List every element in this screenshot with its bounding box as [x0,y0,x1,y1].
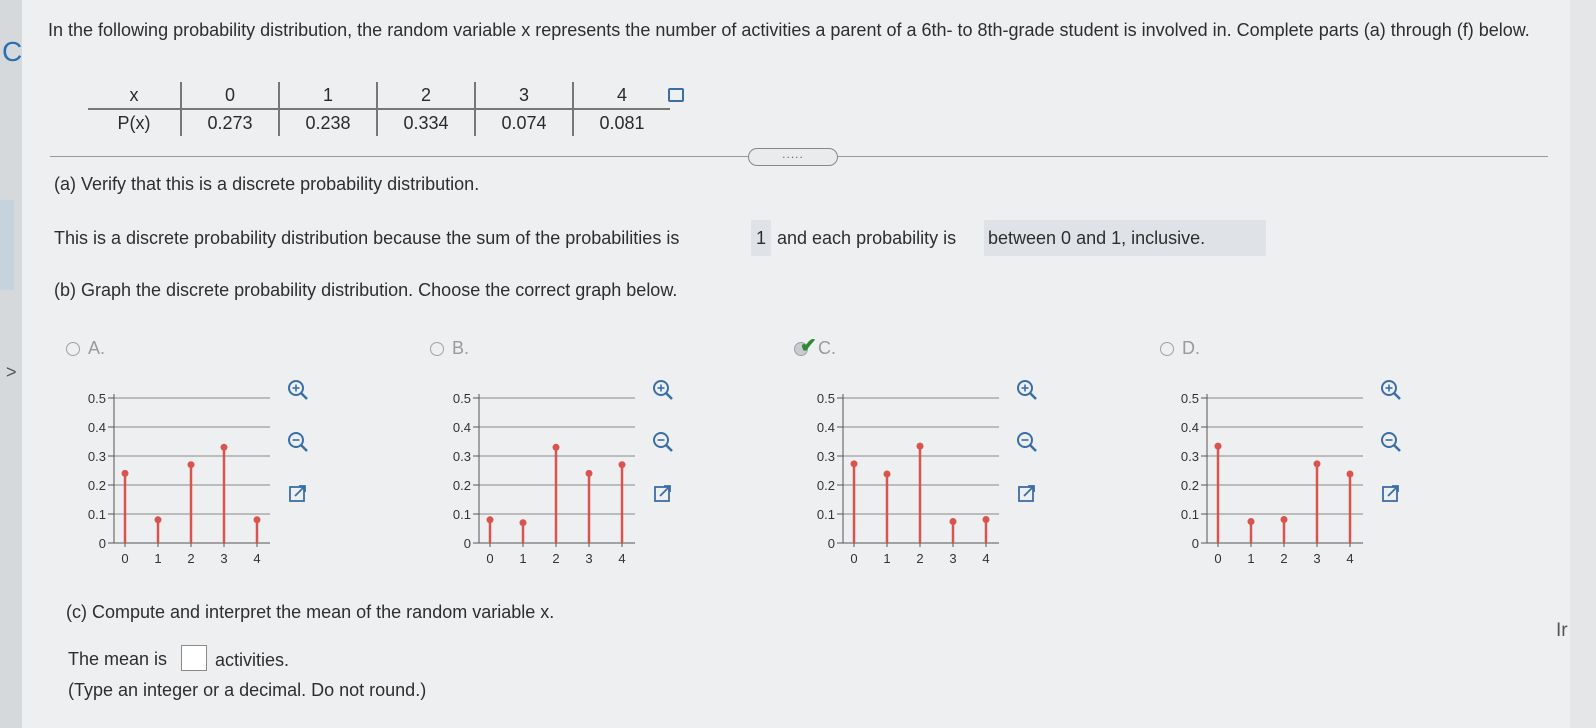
y-tick-label: 0.3 [1181,449,1199,464]
open-in-new-icon[interactable] [1382,485,1399,502]
x-tick-label: 2 [187,551,194,566]
y-tick-label: 0.5 [453,391,471,406]
zoom-out-icon[interactable] [1017,432,1037,452]
y-tick-label: 0.3 [817,449,835,464]
x-tick-label: 3 [949,551,956,566]
stem-point [982,516,990,524]
zoom-in-icon[interactable] [288,380,308,400]
stem-point [916,442,924,450]
y-tick-label: 0 [828,536,835,551]
zoom-out-icon[interactable] [653,432,673,452]
x-tick-label: 2 [1280,551,1287,566]
stem-point [121,469,129,477]
stem-point [486,516,494,524]
stem-point [253,516,261,524]
x-tick-label: 0 [486,551,493,566]
y-tick-label: 0.5 [817,391,835,406]
x-tick-label: 1 [1247,551,1254,566]
y-tick-label: 0.3 [453,449,471,464]
stem-chart: 0 0.1 0.2 0.3 0.4 0.5 0 1 2 3 4 [453,380,673,566]
stem-point [1280,516,1288,524]
mean-prefix: The mean is [68,649,168,669]
open-in-new-icon[interactable] [1018,485,1035,502]
y-tick-label: 0.2 [88,478,106,493]
x-tick-label: 0 [1214,551,1221,566]
stem-chart: 0 0.1 0.2 0.3 0.4 0.5 0 1 2 3 4 [1181,380,1401,566]
y-tick-label: 0.5 [1181,391,1199,406]
x-tick-label: 4 [982,551,989,566]
stem-point [1346,470,1354,478]
stem-point [585,469,593,477]
x-tick-label: 1 [519,551,526,566]
stem-point [519,519,527,527]
y-tick-label: 0.2 [1181,478,1199,493]
stem-point [187,461,195,469]
x-tick-label: 0 [121,551,128,566]
graph-options: 0 0.1 0.2 0.3 0.4 0.5 0 1 2 3 4 0 0.1 0.2 0.3 0.4 0.5 0 1 2… [88,380,1401,566]
zoom-in-icon[interactable] [1017,380,1037,400]
zoom-out-icon[interactable] [1381,432,1401,452]
mean-suffix: activities. [215,650,290,670]
y-tick-label: 0.4 [817,420,835,435]
part-c-title: (c) Compute and interpret the mean of th… [66,602,555,622]
stem-point [1214,442,1222,450]
y-tick-label: 0.1 [817,507,835,522]
stem-point [552,443,560,451]
stem-point [1313,460,1321,468]
y-tick-label: 0.4 [88,420,106,435]
stem-point [949,518,957,526]
y-tick-label: 0.3 [88,449,106,464]
y-tick-label: 0.1 [88,507,106,522]
x-tick-label: 4 [1346,551,1353,566]
x-tick-label: 4 [618,551,625,566]
y-tick-label: 0.2 [817,478,835,493]
y-tick-label: 0.4 [453,420,471,435]
stem-point [850,460,858,468]
stem-chart: 0 0.1 0.2 0.3 0.4 0.5 0 1 2 3 4 [88,380,308,566]
x-tick-label: 3 [585,551,592,566]
x-tick-label: 2 [916,551,923,566]
y-tick-label: 0 [1192,536,1199,551]
y-tick-label: 0.1 [1181,507,1199,522]
x-tick-label: 3 [220,551,227,566]
zoom-in-icon[interactable] [1381,380,1401,400]
x-tick-label: 1 [883,551,890,566]
zoom-out-icon[interactable] [288,432,308,452]
stem-point [220,443,228,451]
mean-input[interactable] [181,645,207,671]
stem-point [618,461,626,469]
open-in-new-icon[interactable] [654,485,671,502]
mean-hint: (Type an integer or a decimal. Do not ro… [68,680,427,700]
y-tick-label: 0.2 [453,478,471,493]
open-in-new-icon[interactable] [289,485,306,502]
y-tick-label: 0.4 [1181,420,1199,435]
y-tick-label: 0 [99,536,106,551]
x-tick-label: 0 [850,551,857,566]
stem-point [883,470,891,478]
y-tick-label: 0 [464,536,471,551]
x-tick-label: 3 [1313,551,1320,566]
stem-point [1247,518,1255,526]
x-tick-label: 4 [253,551,260,566]
x-tick-label: 2 [552,551,559,566]
y-tick-label: 0.1 [453,507,471,522]
stem-point [154,516,162,524]
right-edge-text: Ir [1556,620,1568,641]
zoom-in-icon[interactable] [653,380,673,400]
stem-chart: 0 0.1 0.2 0.3 0.4 0.5 0 1 2 3 4 [817,380,1037,566]
x-tick-label: 1 [154,551,161,566]
y-tick-label: 0.5 [88,391,106,406]
